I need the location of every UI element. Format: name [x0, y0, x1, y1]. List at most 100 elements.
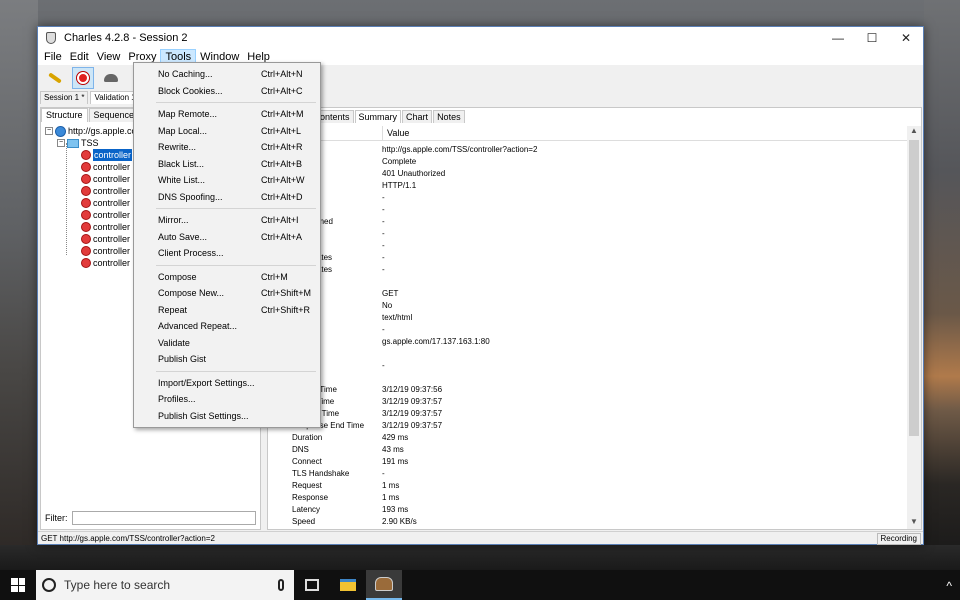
tools-menu-item[interactable]: Map Local... Ctrl+Alt+L — [134, 123, 320, 139]
tools-menu-item[interactable]: Block Cookies... Ctrl+Alt+C — [134, 83, 320, 99]
status-bar: GET http://gs.apple.com/TSS/controller?a… — [38, 531, 923, 545]
menu-edit[interactable]: Edit — [66, 49, 93, 65]
overview-row[interactable]: Request 1 ms — [272, 480, 907, 492]
overview-row[interactable]: Complete — [272, 156, 907, 168]
overview-row[interactable]: - — [272, 192, 907, 204]
filter-input[interactable] — [71, 511, 256, 525]
overview-row[interactable]: st Start Time3/12/19 09:37:56 — [272, 384, 907, 396]
vertical-scrollbar[interactable]: ▲ ▼ — [907, 126, 921, 529]
overview-row[interactable]: Connect 191 ms — [272, 456, 907, 468]
tools-menu-item[interactable]: Advanced Repeat... — [134, 318, 320, 334]
desktop-background-right — [924, 0, 960, 570]
overview-row[interactable]: ions — [272, 276, 907, 288]
scroll-down-icon[interactable]: ▼ — [907, 517, 921, 529]
overview-row[interactable]: http://gs.apple.com/TSS/controller?actio… — [272, 144, 907, 156]
start-button[interactable] — [0, 570, 36, 600]
tools-menu-item[interactable]: Mirror... Ctrl+Alt+I — [134, 212, 320, 228]
tools-menu-item[interactable]: DNS Spoofing... Ctrl+Alt+D — [134, 189, 320, 205]
row-value: GET — [382, 289, 399, 298]
file-explorer-button[interactable] — [330, 570, 366, 600]
overview-row[interactable]: st End Time3/12/19 09:37:57 — [272, 396, 907, 408]
overview-row[interactable]: Certificates- — [272, 252, 907, 264]
tab-structure[interactable]: Structure — [41, 108, 88, 122]
overview-row[interactable]: TLS Handshake - — [272, 468, 907, 480]
request-error-icon — [81, 258, 91, 268]
row-value: - — [382, 229, 385, 238]
clear-session-button[interactable] — [44, 67, 66, 89]
tab-notes[interactable]: Notes — [433, 110, 465, 123]
overview-row[interactable]: n Resumed- — [272, 216, 907, 228]
record-button[interactable] — [72, 67, 94, 89]
close-button[interactable]: ✕ — [889, 27, 923, 49]
overview-row[interactable]: - — [272, 240, 907, 252]
tools-menu-item[interactable]: Validate — [134, 335, 320, 351]
collapse-icon[interactable]: − — [57, 139, 65, 147]
taskbar-search[interactable]: Type here to search — [36, 570, 294, 600]
overview-row[interactable]: ode401 Unauthorized — [272, 168, 907, 180]
request-error-icon — [81, 222, 91, 232]
broom-icon — [48, 72, 62, 84]
overview-row[interactable]: GET — [272, 288, 907, 300]
overview-row[interactable]: HTTP/1.1 — [272, 180, 907, 192]
detail-pane: ontents Summary Chart Notes Value http:/… — [267, 107, 922, 530]
tools-menu-item[interactable]: Import/Export Settings... — [134, 375, 320, 391]
scroll-thumb[interactable] — [909, 140, 919, 436]
overview-row[interactable]: s- — [272, 360, 907, 372]
overview-row[interactable]: l- — [272, 204, 907, 216]
task-view-button[interactable] — [294, 570, 330, 600]
microphone-icon[interactable] — [278, 579, 284, 591]
value-column-header[interactable]: Value — [382, 126, 409, 141]
overview-row[interactable]: petext/html — [272, 312, 907, 324]
window-controls: — ☐ ✕ — [821, 27, 923, 49]
overview-row[interactable]: Latency 193 ms — [272, 504, 907, 516]
overview-row[interactable]: Certificates- — [272, 264, 907, 276]
overview-row[interactable]: se Start Time3/12/19 09:37:57 — [272, 408, 907, 420]
row-value: 193 ms — [382, 505, 409, 514]
tab-session-1[interactable]: Session 1 * — [40, 91, 89, 104]
tab-contents[interactable]: ontents — [316, 110, 354, 123]
overview-row[interactable]: Response 1 ms — [272, 492, 907, 504]
detail-tabs: ontents Summary Chart Notes — [316, 110, 466, 123]
overview-row[interactable]: No — [272, 300, 907, 312]
overview-row[interactable] — [272, 372, 907, 384]
throttle-button[interactable] — [100, 67, 122, 89]
row-value: 429 ms — [382, 433, 409, 442]
charles-taskbar-button[interactable] — [366, 570, 402, 600]
overview-row[interactable]: Speed 2.90 KB/s — [272, 516, 907, 528]
menu-view[interactable]: View — [93, 49, 125, 65]
tab-chart[interactable]: Chart — [402, 110, 433, 123]
scroll-up-icon[interactable]: ▲ — [907, 126, 921, 138]
request-error-icon — [81, 162, 91, 172]
tools-menu-item[interactable]: Profiles... — [134, 391, 320, 407]
tools-menu-item[interactable]: Repeat Ctrl+Shift+R — [134, 302, 320, 318]
overview-row[interactable]: ress- — [272, 324, 907, 336]
collapse-icon[interactable]: − — [45, 127, 53, 135]
tools-menu-item[interactable]: Black List... Ctrl+Alt+B — [134, 156, 320, 172]
tab-summary[interactable]: Summary — [354, 110, 402, 123]
menu-item-label: Map Local... — [158, 125, 208, 136]
tools-menu-item[interactable]: White List... Ctrl+Alt+W — [134, 172, 320, 188]
row-value: 401 Unauthorized — [382, 169, 446, 178]
overview-row[interactable]: Duration 429 ms — [272, 432, 907, 444]
tools-menu-item[interactable]: Compose New... Ctrl+Shift+M — [134, 285, 320, 301]
show-hidden-icons-icon[interactable]: ^ — [946, 579, 952, 593]
tools-menu-item[interactable]: Map Remote... Ctrl+Alt+M — [134, 106, 320, 122]
menu-item-label: Repeat — [158, 304, 188, 315]
menu-file[interactable]: File — [40, 49, 66, 65]
tools-menu-item[interactable]: Compose Ctrl+M — [134, 269, 320, 285]
overview-row[interactable]: Suite- — [272, 228, 907, 240]
maximize-button[interactable]: ☐ — [855, 27, 889, 49]
tools-menu-item[interactable]: Publish Gist Settings... — [134, 408, 320, 424]
overview-row[interactable]: Response End Time 3/12/19 09:37:57 — [272, 420, 907, 432]
tools-menu-item[interactable]: No Caching... Ctrl+Alt+N — [134, 66, 320, 82]
tab-sequence[interactable]: Sequence — [88, 108, 140, 122]
overview-row[interactable]: dressgs.apple.com/17.137.163.1:80 — [272, 336, 907, 348]
tools-menu-item[interactable]: Publish Gist — [134, 351, 320, 367]
minimize-button[interactable]: — — [821, 27, 855, 49]
overview-row[interactable]: DNS 43 ms — [272, 444, 907, 456]
overview-row[interactable] — [272, 348, 907, 360]
tools-menu-item[interactable]: Client Process... — [134, 245, 320, 261]
tools-menu: No Caching... Ctrl+Alt+N Block Cookies... C… — [133, 62, 321, 428]
tools-menu-item[interactable]: Rewrite... Ctrl+Alt+R — [134, 139, 320, 155]
tools-menu-item[interactable]: Auto Save... Ctrl+Alt+A — [134, 229, 320, 245]
